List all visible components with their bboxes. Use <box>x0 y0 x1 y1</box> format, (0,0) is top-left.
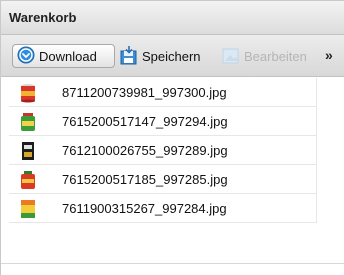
toolbar: Download Speichern Bearbeiten » <box>1 35 344 77</box>
green-yellow-pack-icon <box>19 199 37 219</box>
list-item[interactable]: 7611900315267_997284.jpg <box>9 194 317 223</box>
green-jar-icon <box>19 112 37 132</box>
red-jar-icon <box>19 170 37 190</box>
bearbeiten-button[interactable]: Bearbeiten <box>221 44 317 68</box>
speichern-label: Speichern <box>142 48 201 64</box>
file-list: 8711200739981_997300.jpg 7615200517147_9… <box>9 78 317 223</box>
panel-title: Warenkorb <box>9 10 77 25</box>
file-name: 7611900315267_997284.jpg <box>62 201 227 216</box>
edit-image-icon <box>221 45 241 68</box>
toolbar-overflow-button[interactable]: » <box>325 47 333 63</box>
red-can-icon <box>19 83 37 103</box>
list-item[interactable]: 7615200517185_997285.jpg <box>9 165 317 194</box>
file-name: 7615200517147_997294.jpg <box>62 114 228 129</box>
speichern-button[interactable]: Speichern <box>119 44 219 68</box>
list-item[interactable]: 7615200517147_997294.jpg <box>9 107 317 136</box>
list-item[interactable]: 7612100026755_997289.jpg <box>9 136 317 165</box>
file-name: 7612100026755_997289.jpg <box>62 143 228 158</box>
panel-header: Warenkorb <box>1 1 344 35</box>
file-name: 7615200517185_997285.jpg <box>62 172 228 187</box>
download-icon <box>17 46 35 67</box>
list-item[interactable]: 8711200739981_997300.jpg <box>9 78 317 107</box>
file-name: 8711200739981_997300.jpg <box>62 85 227 100</box>
black-package-icon <box>19 141 37 161</box>
bearbeiten-label: Bearbeiten <box>244 48 307 64</box>
download-label: Download <box>39 48 97 64</box>
save-disk-icon <box>119 45 139 68</box>
download-button[interactable]: Download <box>12 44 115 68</box>
warenkorb-panel: Warenkorb Download Speichern Bearbeiten … <box>0 0 344 275</box>
panel-bottom-divider <box>1 263 344 264</box>
